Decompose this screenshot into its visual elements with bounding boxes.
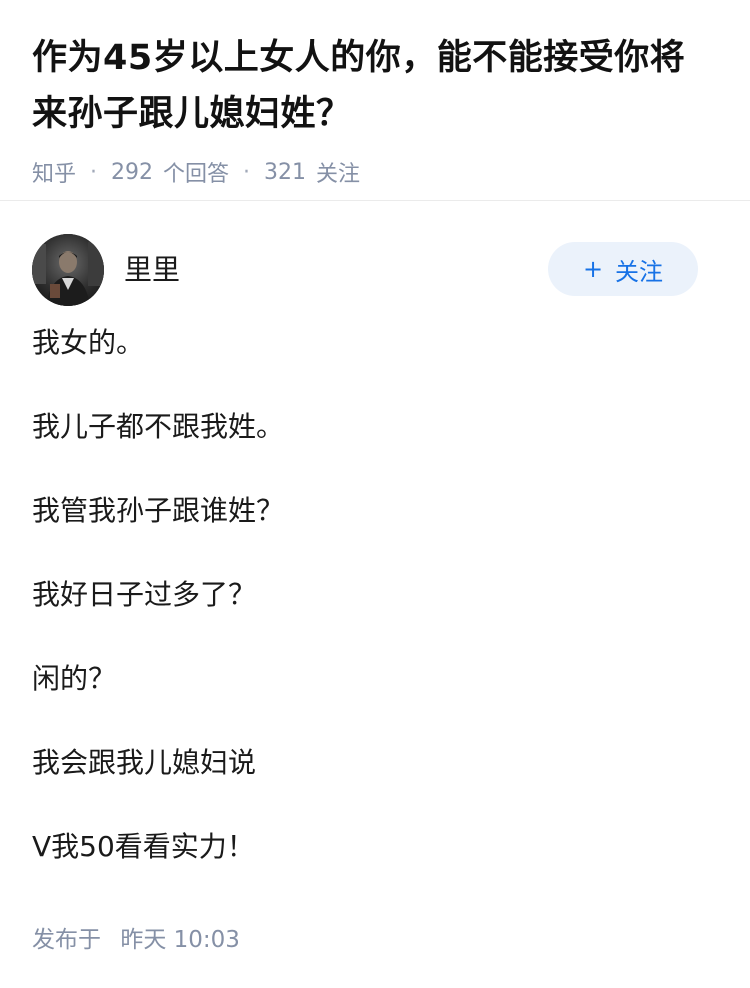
question-header: 作为45岁以上女人的你，能不能接受你将来孙子跟儿媳妇姓？ 知乎 · 292 个回… xyxy=(32,30,712,188)
follow-button-label: 关注 xyxy=(615,257,664,286)
question-title[interactable]: 作为45岁以上女人的你，能不能接受你将来孙子跟儿媳妇姓？ xyxy=(32,30,712,142)
source-label[interactable]: 知乎 xyxy=(32,156,76,188)
answer-count-label: 个回答 xyxy=(163,162,230,187)
published-time: 昨天 10:03 xyxy=(120,927,240,953)
meta-separator-dot: · xyxy=(243,159,251,185)
answer-paragraph: 我好日子过多了？ xyxy=(32,578,257,611)
section-divider xyxy=(0,200,750,201)
published-label: 发布于 xyxy=(32,927,101,953)
meta-separator-dot: · xyxy=(90,159,98,185)
answer-content: 我女的。 我儿子都不跟我姓。 我管我孙子跟谁姓？ 我好日子过多了？ 闲的？ 我会… xyxy=(32,326,712,914)
author-row: 里里 + 关注 xyxy=(32,234,698,306)
question-meta: 知乎 · 292 个回答 · 321 关注 xyxy=(32,156,712,188)
answer-paragraph: 闲的？ xyxy=(32,662,117,695)
answer-paragraph: 我管我孙子跟谁姓？ xyxy=(32,494,285,527)
answer-footer: 发布于 昨天 10:03 xyxy=(32,920,240,954)
answer-count: 292 xyxy=(111,159,154,185)
author-name[interactable]: 里里 xyxy=(124,248,180,288)
answer-paragraph: 我儿子都不跟我姓。 xyxy=(32,410,285,443)
follow-button[interactable]: + 关注 xyxy=(548,242,698,296)
follower-count-label: 关注 xyxy=(316,162,361,187)
answer-paragraph: 我女的。 xyxy=(32,326,145,359)
follower-count: 321 xyxy=(264,159,307,185)
answer-paragraph: 我会跟我儿媳妇说 xyxy=(32,746,257,779)
plus-icon: + xyxy=(582,255,604,283)
avatar[interactable] xyxy=(32,234,104,306)
avatar-image xyxy=(32,234,104,306)
answer-paragraph: V我50看看实力！ xyxy=(32,830,255,863)
